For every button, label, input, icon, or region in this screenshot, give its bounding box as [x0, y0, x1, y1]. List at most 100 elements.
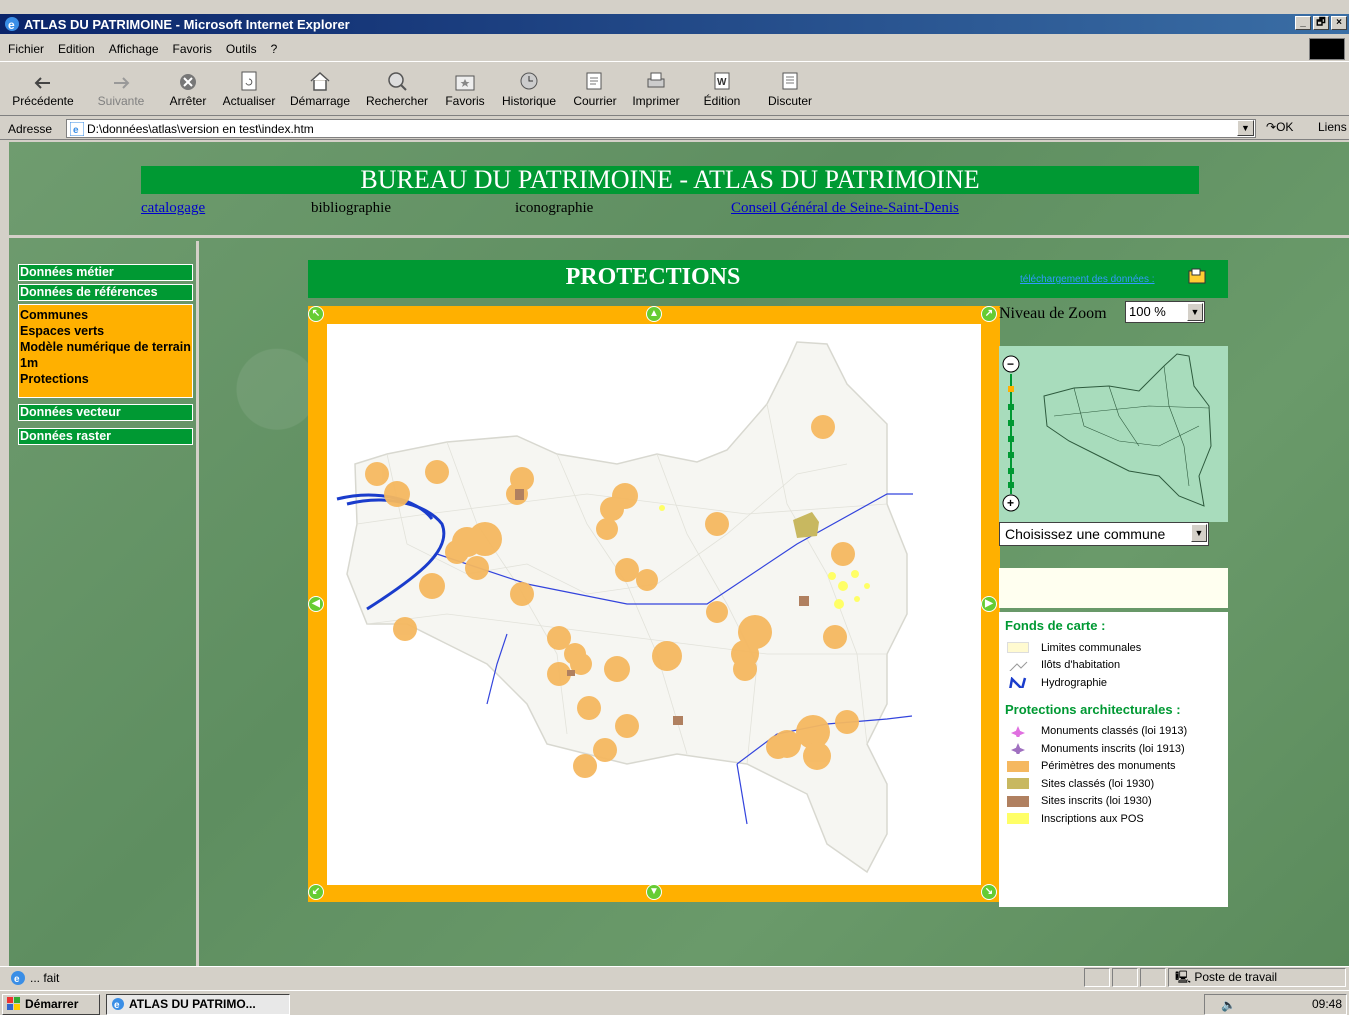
stop-button[interactable]: Arrêter: [166, 64, 210, 112]
page-icon: e: [70, 122, 84, 136]
download-link[interactable]: téléchargement des données :: [1020, 274, 1155, 285]
nav-modele-terrain[interactable]: Modèle numérique de terrain 1m: [20, 339, 191, 371]
maximize-button[interactable]: 🗗: [1313, 16, 1329, 30]
status-pane: [1140, 968, 1166, 987]
go-button[interactable]: ↷OK: [1266, 120, 1293, 134]
toolbar: Précédente Suivante Arrêter Actualiser D…: [0, 64, 1349, 116]
discuss-icon: [782, 72, 798, 90]
address-dropdown-button[interactable]: ▼: [1237, 120, 1254, 136]
link-catalogage[interactable]: catalogage: [141, 200, 205, 217]
link-conseil-general[interactable]: Conseil Général de Seine-Saint-Denis: [731, 200, 959, 217]
link-iconographie[interactable]: iconographie: [515, 200, 593, 217]
favorites-button[interactable]: Favoris: [442, 64, 488, 112]
back-arrow-icon: [34, 77, 50, 89]
forward-arrow-icon: [114, 77, 130, 89]
svg-text:e: e: [114, 1000, 120, 1011]
search-icon: [388, 72, 407, 91]
stop-icon: [180, 74, 196, 90]
legend-item: Sites inscrits (loi 1930): [1005, 793, 1222, 811]
legend-label: Sites classés (loi 1930): [1041, 777, 1155, 790]
volume-icon[interactable]: 🔈: [1221, 996, 1236, 1015]
ie-page-icon: e: [11, 970, 25, 985]
nav-communes[interactable]: Communes: [20, 307, 191, 323]
ilots-icon: [1009, 661, 1028, 671]
overview-map[interactable]: − +: [999, 346, 1228, 522]
pan-s-icon[interactable]: ▼: [646, 884, 662, 900]
ie-logo-icon: e: [112, 998, 124, 1011]
history-button[interactable]: Historique: [498, 64, 560, 112]
nav-donnees-vecteur[interactable]: Données vecteur: [18, 404, 193, 421]
back-button[interactable]: Précédente: [10, 64, 76, 112]
favorites-icon: [455, 75, 475, 91]
left-nav: Données métier Données de références Com…: [9, 241, 199, 966]
taskbar-item-atlas[interactable]: e ATLAS DU PATRIMO...: [106, 994, 290, 1015]
history-icon: [520, 72, 538, 90]
go-label: OK: [1276, 120, 1294, 134]
refresh-button[interactable]: Actualiser: [220, 64, 278, 112]
svg-text:−: −: [1007, 357, 1014, 371]
commune-select[interactable]: Choisissez une commune ▼: [999, 522, 1209, 546]
zoom-select[interactable]: 100 % ▼: [1125, 301, 1205, 323]
menu-edition[interactable]: Edition: [58, 42, 95, 56]
pan-ne-icon[interactable]: ↗: [981, 306, 997, 322]
menu-help[interactable]: ?: [271, 42, 278, 56]
swatch-pos: [1007, 813, 1029, 825]
pan-n-icon[interactable]: ▲: [646, 306, 662, 322]
menu-outils[interactable]: Outils: [226, 42, 257, 56]
system-tray: 🔈 09:48: [1204, 994, 1347, 1015]
nav-protections[interactable]: Protections: [20, 371, 191, 387]
forward-button[interactable]: Suivante: [86, 64, 156, 112]
pan-e-icon[interactable]: ▶: [981, 596, 997, 612]
edit-icon: W: [714, 72, 730, 90]
links-button[interactable]: Liens: [1318, 120, 1347, 134]
discuss-button[interactable]: Discuter: [762, 64, 818, 112]
zone-label: Poste de travail: [1194, 970, 1278, 984]
overview-image: − +: [1002, 353, 1212, 512]
legend-item: Monuments inscrits (loi 1913): [1005, 740, 1222, 758]
zoom-label: Niveau de Zoom: [999, 305, 1107, 322]
status-pane: [1084, 968, 1110, 987]
nav-espaces-verts[interactable]: Espaces verts: [20, 323, 191, 339]
svg-text:e: e: [73, 125, 79, 136]
nav-donnees-raster[interactable]: Données raster: [18, 428, 193, 445]
pan-se-icon[interactable]: ↘: [981, 884, 997, 900]
pan-nw-icon[interactable]: ↖: [308, 306, 324, 322]
address-input[interactable]: e D:\données\atlas\version en test\index…: [66, 119, 1256, 138]
print-button[interactable]: Imprimer: [630, 64, 682, 112]
zoom-level-marker[interactable]: [1008, 386, 1014, 392]
start-button[interactable]: Démarrer: [2, 994, 100, 1015]
window-title: ATLAS DU PATRIMOINE - Microsoft Internet…: [24, 16, 350, 32]
home-button[interactable]: Démarrage: [288, 64, 352, 112]
commune-select-value: Choisissez une commune: [1005, 526, 1166, 542]
legend-item: Monuments classés (loi 1913): [1005, 723, 1222, 741]
mail-icon: [586, 72, 602, 90]
edit-button[interactable]: W Édition: [692, 64, 752, 112]
swatch-sites-classes: [1007, 778, 1029, 790]
legend-label: Périmètres des monuments: [1041, 760, 1176, 773]
menu-affichage[interactable]: Affichage: [109, 42, 159, 56]
legend-item: Hydrographie: [1005, 674, 1222, 692]
zoom-value: 100 %: [1129, 304, 1166, 319]
nav-donnees-metier[interactable]: Données métier: [18, 264, 193, 281]
download-icon[interactable]: [1188, 268, 1206, 284]
menu-bar: Fichier Edition Affichage Favoris Outils…: [0, 36, 1349, 62]
menu-favoris[interactable]: Favoris: [173, 42, 212, 56]
pan-w-icon[interactable]: ◀: [308, 596, 324, 612]
legend-label: Inscriptions aux POS: [1041, 812, 1144, 825]
link-bibliographie[interactable]: bibliographie: [311, 200, 391, 217]
menu-fichier[interactable]: Fichier: [8, 42, 44, 56]
swatch-perimetres: [1007, 760, 1029, 772]
pan-sw-icon[interactable]: ↙: [308, 884, 324, 900]
legend-label: Ilôts d'habitation: [1041, 659, 1121, 672]
print-icon: [647, 72, 665, 88]
go-arrow-icon: ↷: [1266, 120, 1277, 134]
legend-item: Limites communales: [1005, 639, 1222, 657]
mail-button[interactable]: Courrier: [570, 64, 620, 112]
start-label: Démarrer: [25, 997, 79, 1011]
close-button[interactable]: ×: [1331, 16, 1347, 30]
minimize-button[interactable]: _: [1295, 16, 1311, 30]
swatch-limites: [1007, 642, 1029, 654]
search-button[interactable]: Rechercher: [362, 64, 432, 112]
nav-donnees-references[interactable]: Données de références: [18, 284, 193, 301]
map-canvas[interactable]: [327, 324, 981, 885]
